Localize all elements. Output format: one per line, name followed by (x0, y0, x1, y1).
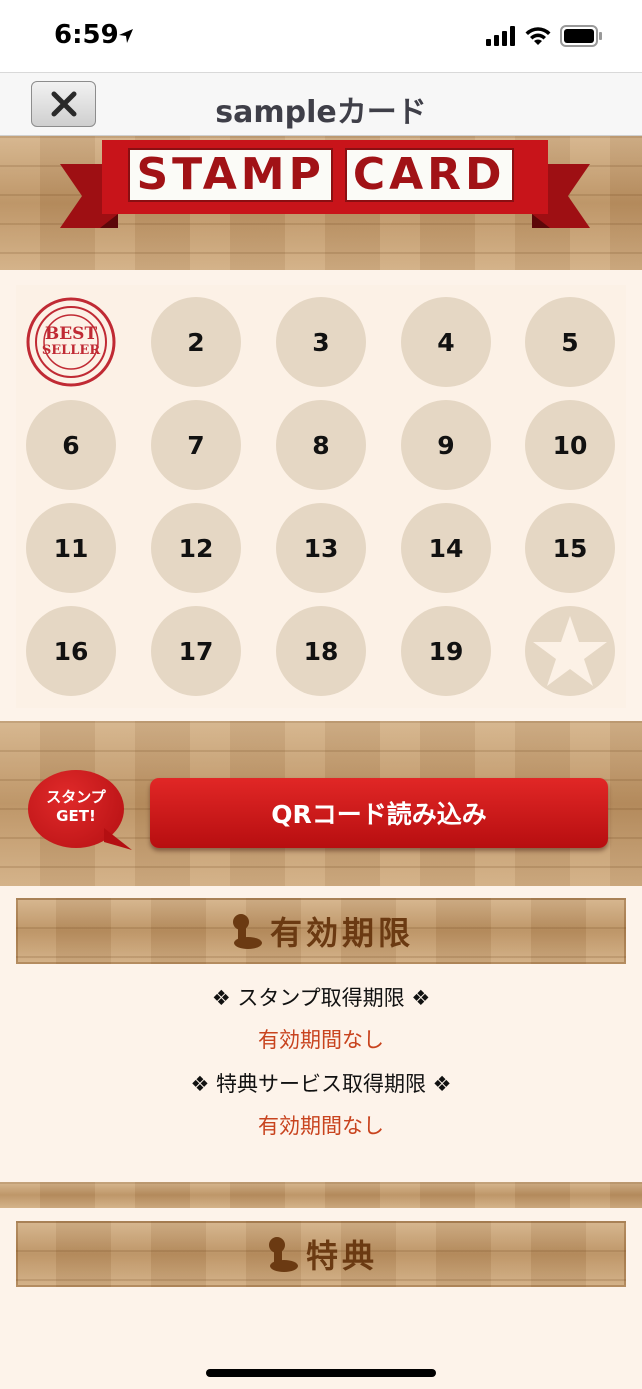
bubble-line-1: スタンプ (46, 788, 106, 806)
cellular-signal-icon (486, 26, 515, 46)
stamp-slot-3: 3 (276, 297, 366, 387)
star-icon (533, 616, 607, 686)
stamp-slot-1-stamped: BEST SELLER (26, 297, 116, 387)
status-bar: 6:59 (0, 0, 642, 72)
nav-bar: sampleカード (0, 72, 642, 136)
stamp-slot-15: 15 (525, 503, 615, 593)
nav-title: sampleカード (215, 95, 427, 130)
status-time: 6:59 (54, 20, 119, 50)
qr-scan-button[interactable]: QRコード読み込み (150, 778, 608, 848)
stamp-slot-11: 11 (26, 503, 116, 593)
stamp-tool-icon (268, 1237, 298, 1272)
bubble-tail (104, 828, 132, 850)
banner-word-stamp: STAMP (128, 148, 333, 202)
stamp-slot-13: 13 (276, 503, 366, 593)
wifi-icon (525, 27, 551, 45)
stamp-tool-icon (232, 914, 262, 949)
stamp-slot-4: 4 (401, 297, 491, 387)
stamp-deadline-label: ❖ スタンプ取得期限 ❖ (211, 986, 431, 1010)
benefits-title: 特典 (305, 1237, 378, 1275)
stamp-slot-16: 16 (26, 606, 116, 696)
benefit-deadline-value: 有効期間なし (258, 1114, 384, 1138)
expiry-header: 有効期限 (16, 898, 626, 964)
stamp-slot-2: 2 (151, 297, 241, 387)
stamp-slot-8: 8 (276, 400, 366, 490)
stamp-slot-5: 5 (525, 297, 615, 387)
home-indicator (206, 1369, 436, 1377)
banner-word-card: CARD (344, 148, 514, 202)
stamp-slot-18: 18 (276, 606, 366, 696)
stamp-slot-14: 14 (401, 503, 491, 593)
stamp-slot-10: 10 (525, 400, 615, 490)
stamp-grid: BEST SELLER 2 3 4 5 6 7 8 9 10 11 12 13 … (16, 285, 626, 708)
wood-divider (0, 1182, 642, 1208)
stamp-slot-7: 7 (151, 400, 241, 490)
stamp-deadline-value: 有効期間なし (258, 1028, 384, 1052)
stamp-slot-12: 12 (151, 503, 241, 593)
stamp-slot-19: 19 (401, 606, 491, 696)
location-arrow-icon (119, 29, 133, 43)
stamp-slot-17: 17 (151, 606, 241, 696)
seal-main-text-2: SELLER (41, 343, 101, 358)
benefits-header: 特典 (16, 1221, 626, 1287)
expiry-title: 有効期限 (269, 914, 414, 952)
stamp-card-title: STAMP CARD (0, 148, 642, 202)
seal-main-text-1: BEST (44, 324, 98, 344)
stamp-slot-6: 6 (26, 400, 116, 490)
battery-icon (560, 25, 602, 47)
bubble-line-2: GET! (56, 807, 96, 825)
stamp-card-banner: STAMP CARD (0, 136, 642, 270)
benefit-deadline-label: ❖ 特典サービス取得期限 ❖ (190, 1072, 452, 1096)
stamp-slot-20-goal (525, 606, 615, 696)
stamp-slot-9: 9 (401, 400, 491, 490)
